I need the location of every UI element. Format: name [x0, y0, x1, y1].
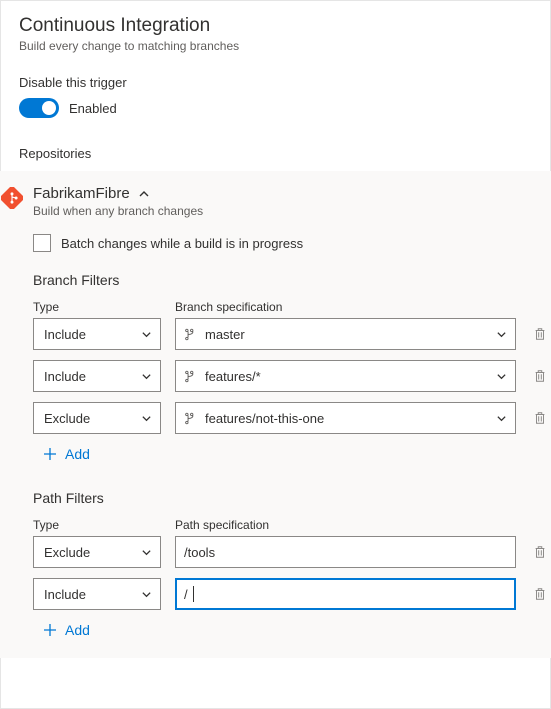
chevron-up-icon: [138, 188, 150, 200]
branch-filters-title: Branch Filters: [33, 272, 550, 288]
path-type-dropdown[interactable]: Include: [33, 578, 161, 610]
page-title: Continuous Integration: [19, 15, 532, 37]
path-type-dropdown[interactable]: Exclude: [33, 536, 161, 568]
add-branch-filter-button[interactable]: Add: [43, 446, 550, 462]
path-spec-header: Path specification: [175, 518, 550, 532]
trash-icon: [533, 545, 547, 559]
branch-icon: [184, 370, 197, 383]
chevron-down-icon: [141, 547, 152, 558]
branch-spec-field[interactable]: features/not-this-one: [175, 402, 516, 434]
branch-spec-field[interactable]: features/*: [175, 360, 516, 392]
chevron-down-icon: [496, 413, 507, 424]
branch-type-dropdown[interactable]: Include: [33, 360, 161, 392]
repo-description: Build when any branch changes: [33, 204, 203, 218]
trash-icon: [533, 369, 547, 383]
branch-icon: [184, 412, 197, 425]
plus-icon: [43, 447, 57, 461]
page-subtitle: Build every change to matching branches: [19, 39, 532, 53]
repo-title: FabrikamFibre: [33, 185, 130, 202]
disable-trigger-label: Disable this trigger: [19, 75, 532, 90]
chevron-down-icon: [141, 413, 152, 424]
branch-icon: [184, 328, 197, 341]
repositories-label: Repositories: [19, 146, 532, 161]
delete-button[interactable]: [530, 366, 550, 386]
path-type-header: Type: [33, 518, 161, 532]
path-filter-row: Exclude /tools: [33, 536, 550, 568]
branch-filter-row: Include features/*: [33, 360, 550, 392]
batch-changes-checkbox[interactable]: [33, 234, 51, 252]
batch-changes-label: Batch changes while a build is in progre…: [61, 236, 303, 251]
path-spec-field[interactable]: /tools: [175, 536, 516, 568]
delete-button[interactable]: [530, 584, 550, 604]
path-filters-title: Path Filters: [33, 490, 550, 506]
chevron-down-icon: [141, 589, 152, 600]
trash-icon: [533, 327, 547, 341]
git-icon: [1, 187, 23, 209]
chevron-down-icon: [496, 329, 507, 340]
add-path-filter-button[interactable]: Add: [43, 622, 550, 638]
trigger-toggle[interactable]: [19, 98, 59, 118]
branch-type-dropdown[interactable]: Exclude: [33, 402, 161, 434]
branch-spec-header: Branch specification: [175, 300, 550, 314]
repo-header[interactable]: FabrikamFibre Build when any branch chan…: [1, 185, 550, 218]
branch-type-dropdown[interactable]: Include: [33, 318, 161, 350]
delete-button[interactable]: [530, 408, 550, 428]
trash-icon: [533, 411, 547, 425]
text-cursor: [193, 586, 194, 602]
trash-icon: [533, 587, 547, 601]
path-filter-row: Include /: [33, 578, 550, 610]
chevron-down-icon: [141, 371, 152, 382]
path-spec-field[interactable]: /: [175, 578, 516, 610]
delete-button[interactable]: [530, 542, 550, 562]
delete-button[interactable]: [530, 324, 550, 344]
branch-filter-row: Include master: [33, 318, 550, 350]
trigger-toggle-state: Enabled: [69, 101, 117, 116]
branch-type-header: Type: [33, 300, 161, 314]
chevron-down-icon: [496, 371, 507, 382]
plus-icon: [43, 623, 57, 637]
branch-spec-field[interactable]: master: [175, 318, 516, 350]
chevron-down-icon: [141, 329, 152, 340]
branch-filter-row: Exclude features/not-this-one: [33, 402, 550, 434]
